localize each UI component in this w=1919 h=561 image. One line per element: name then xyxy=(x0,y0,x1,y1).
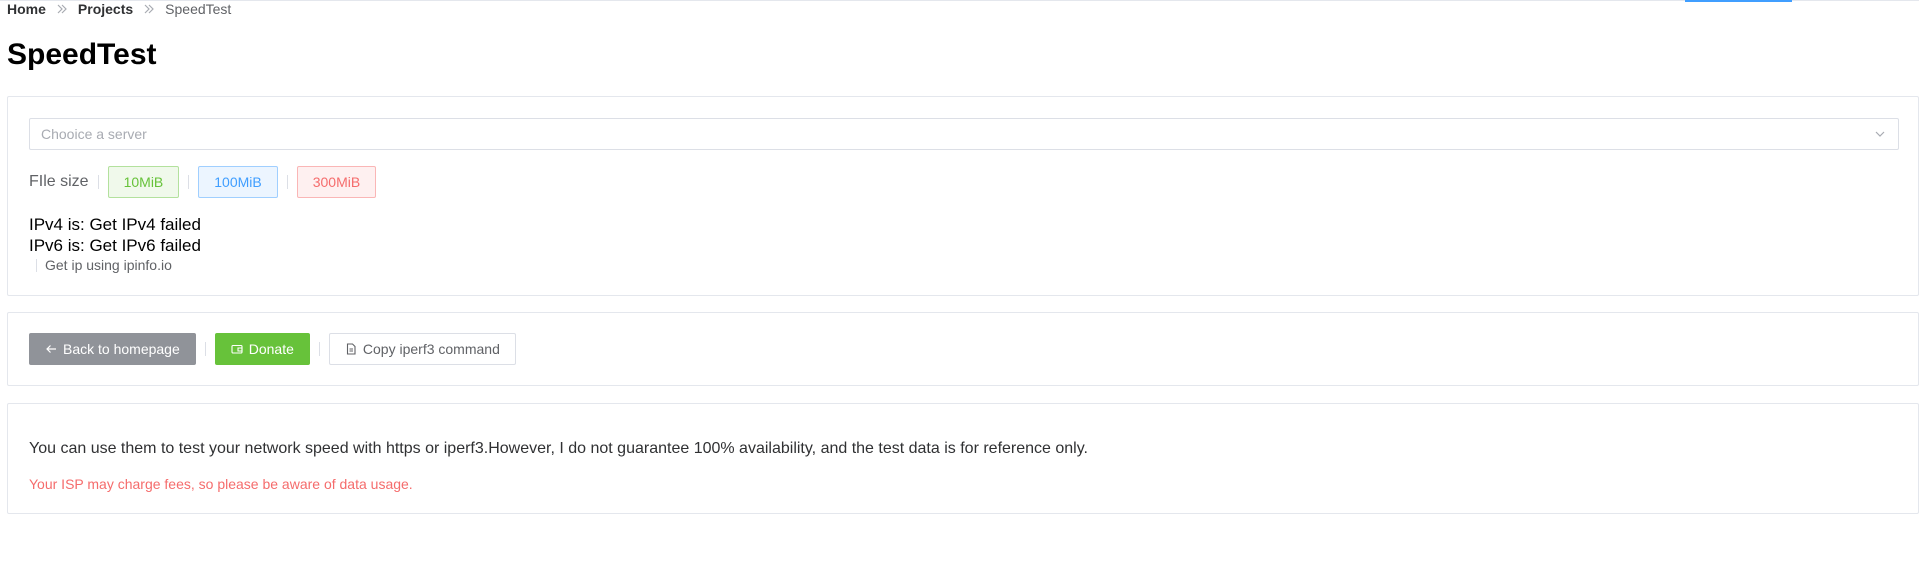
breadcrumb: Home Projects SpeedTest xyxy=(7,1,231,17)
ip-source-row: Get ip using ipinfo.io xyxy=(29,257,172,273)
notice-card: You can use them to test your network sp… xyxy=(7,403,1919,514)
server-select-placeholder: Chooice a server xyxy=(41,126,147,142)
action-buttons: Back to homepage Donate Copy iperf3 comm… xyxy=(29,333,516,365)
speedtest-card: Chooice a server FIle size 10MiB 100MiB … xyxy=(7,96,1919,296)
divider xyxy=(318,342,320,356)
breadcrumb-current: SpeedTest xyxy=(165,1,232,17)
chevron-down-icon xyxy=(1873,127,1887,141)
notice-warning: Your ISP may charge fees, so please be a… xyxy=(29,476,413,492)
ipv4-status: IPv4 is: Get IPv4 failed xyxy=(29,215,201,234)
copy-button-label: Copy iperf3 command xyxy=(362,341,500,357)
back-button-label: Back to homepage xyxy=(63,341,180,357)
top-border xyxy=(0,0,1919,1)
file-size-label: FIle size xyxy=(29,173,89,190)
divider xyxy=(204,342,206,356)
server-select[interactable]: Chooice a server xyxy=(29,118,1899,150)
breadcrumb-projects[interactable]: Projects xyxy=(78,1,133,17)
active-nav-indicator xyxy=(1685,0,1792,2)
divider xyxy=(188,175,190,189)
double-chevron-right-icon xyxy=(141,3,157,15)
copy-iperf3-command-button[interactable]: Copy iperf3 command xyxy=(328,333,516,365)
ip-source-note: Get ip using ipinfo.io xyxy=(45,257,172,273)
page-title: SpeedTest xyxy=(7,38,157,71)
breadcrumb-home[interactable]: Home xyxy=(7,1,46,17)
divider xyxy=(36,258,37,272)
wallet-icon xyxy=(231,343,243,355)
arrow-left-icon xyxy=(45,343,57,355)
file-size-row: FIle size 10MiB 100MiB 300MiB xyxy=(29,166,377,198)
file-size-300mib-button[interactable]: 300MiB xyxy=(296,166,377,198)
divider xyxy=(286,175,288,189)
file-size-100mib-button[interactable]: 100MiB xyxy=(198,166,278,198)
file-size-10mib-button[interactable]: 10MiB xyxy=(107,166,180,198)
actions-card: Back to homepage Donate Copy iperf3 comm… xyxy=(7,312,1919,386)
back-to-homepage-button[interactable]: Back to homepage xyxy=(29,333,196,365)
notice-description: You can use them to test your network sp… xyxy=(29,440,1088,457)
donate-button[interactable]: Donate xyxy=(214,333,310,365)
divider xyxy=(97,175,99,189)
donate-button-label: Donate xyxy=(248,341,294,357)
document-icon xyxy=(345,343,357,355)
ipv6-status: IPv6 is: Get IPv6 failed xyxy=(29,236,201,255)
double-chevron-right-icon xyxy=(54,3,70,15)
